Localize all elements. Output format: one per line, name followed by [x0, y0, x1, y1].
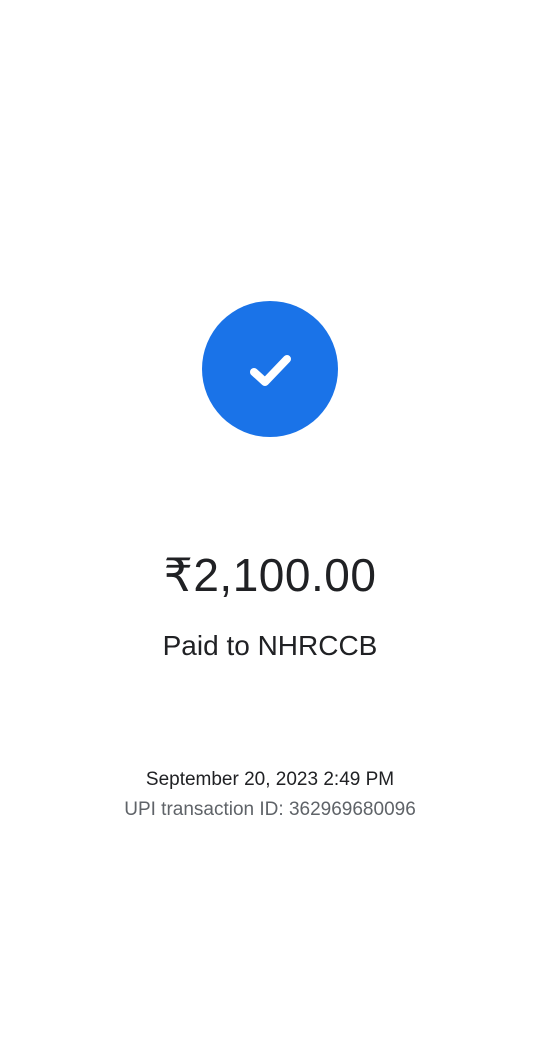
checkmark-icon: [250, 355, 291, 386]
check-circle-icon: [202, 301, 338, 437]
payment-success-screen: ₹2,100.00 Paid to NHRCCB September 20, 2…: [0, 0, 540, 1051]
payment-datetime: September 20, 2023 2:49 PM: [145, 769, 395, 790]
payment-amount: ₹2,100.00: [163, 549, 377, 601]
payee-label: Paid to NHRCCB: [162, 630, 378, 661]
upi-transaction-id: UPI transaction ID: 362969680096: [124, 799, 416, 820]
